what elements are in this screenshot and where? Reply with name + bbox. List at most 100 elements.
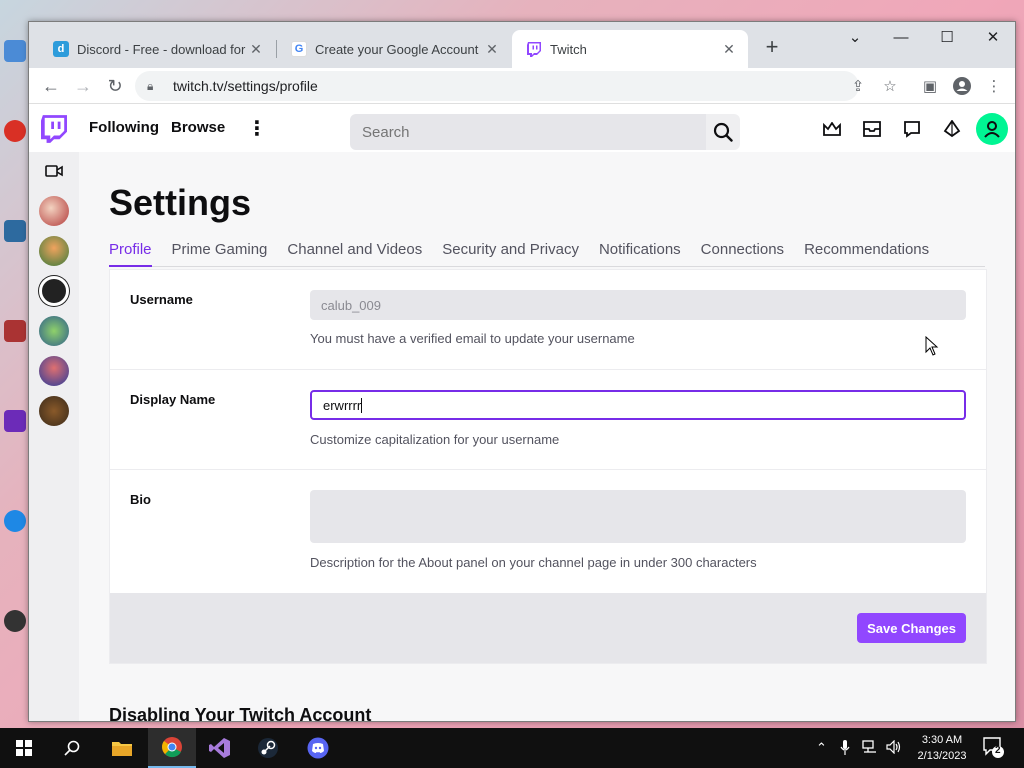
forward-button[interactable]: →	[69, 72, 97, 100]
bio-textarea[interactable]	[310, 490, 966, 543]
google-icon: G	[291, 41, 307, 57]
clock-time: 3:30 AM	[921, 734, 963, 746]
steam-icon[interactable]	[244, 728, 292, 768]
desktop-shortcut[interactable]	[4, 320, 26, 344]
browser-menu-icon[interactable]: ⋮	[980, 72, 1008, 100]
bookmark-star-icon[interactable]: ☆	[876, 72, 904, 100]
discord-taskbar-icon[interactable]	[294, 728, 342, 768]
card-footer: Save Changes	[110, 593, 986, 663]
desktop-shortcut[interactable]	[4, 610, 26, 634]
network-icon[interactable]	[862, 740, 878, 757]
tab-channel-and-videos[interactable]: Channel and Videos	[287, 241, 422, 267]
bio-help: Description for the About panel on your …	[310, 555, 757, 570]
channel-avatar[interactable]	[39, 356, 69, 386]
display-name-help: Customize capitalization for your userna…	[310, 432, 560, 447]
maximize-button[interactable]: ☐	[924, 22, 970, 52]
tab-google-account[interactable]: G Create your Google Account ✕	[277, 30, 511, 68]
channel-avatar[interactable]	[39, 196, 69, 226]
desktop-shortcut[interactable]	[4, 410, 26, 434]
tab-title: Discord - Free - download for W	[77, 41, 247, 57]
tab-prime-gaming[interactable]: Prime Gaming	[172, 241, 268, 267]
search-button[interactable]	[706, 114, 740, 150]
chevron-up-icon[interactable]: ⌃	[816, 740, 827, 756]
search-icon	[64, 740, 80, 756]
share-icon[interactable]: ⇪	[844, 72, 872, 100]
microphone-icon[interactable]	[840, 740, 850, 759]
chevron-down-icon[interactable]: ⌄	[832, 22, 878, 52]
side-panel-icon[interactable]: ▣	[916, 72, 944, 100]
tab-security-and-privacy[interactable]: Security and Privacy	[442, 241, 579, 267]
twitch-logo-icon[interactable]	[41, 115, 67, 143]
twitch-icon	[526, 41, 542, 57]
back-button[interactable]: ←	[37, 72, 65, 100]
tab-discord[interactable]: d Discord - Free - download for W ✕	[39, 30, 275, 68]
notifications-button[interactable]: 2	[982, 736, 1004, 761]
profile-settings-card: Username calub_009 You must have a verif…	[109, 269, 987, 664]
prime-crown-icon[interactable]	[821, 118, 843, 140]
inbox-icon[interactable]	[861, 118, 883, 140]
search-input[interactable]	[350, 114, 706, 150]
new-tab-button[interactable]: +	[759, 35, 785, 61]
page-title: Settings	[109, 182, 252, 223]
reload-button[interactable]: ↻	[101, 72, 129, 100]
system-clock[interactable]: 3:30 AM 2/13/2023	[912, 732, 972, 764]
username-help: You must have a verified email to update…	[310, 331, 635, 346]
display-name-value: erwrrrr	[323, 397, 362, 413]
channel-avatar[interactable]	[39, 316, 69, 346]
username-field: calub_009	[310, 290, 966, 320]
close-icon[interactable]: ✕	[247, 41, 265, 58]
windows-icon	[16, 740, 32, 756]
taskbar: ⌃ 3:30 AM 2/13/2023 2	[0, 728, 1024, 768]
following-link[interactable]: Following	[89, 119, 159, 136]
display-name-input[interactable]: erwrrrr	[310, 390, 966, 420]
tab-recommendations[interactable]: Recommendations	[804, 241, 929, 267]
settings-tabs: Profile Prime Gaming Channel and Videos …	[109, 241, 985, 267]
close-icon[interactable]: ✕	[483, 41, 501, 58]
more-options-icon[interactable]: ⋮	[247, 116, 267, 141]
display-name-row: Display Name erwrrrr Customize capitaliz…	[110, 370, 986, 470]
tab-notifications[interactable]: Notifications	[599, 241, 681, 267]
user-avatar[interactable]	[976, 113, 1008, 145]
address-bar[interactable]: 🔒︎ twitch.tv/settings/profile	[135, 71, 859, 101]
save-changes-button[interactable]: Save Changes	[857, 613, 966, 643]
tab-profile[interactable]: Profile	[109, 241, 152, 267]
visual-studio-icon[interactable]	[196, 728, 244, 768]
tab-twitch[interactable]: Twitch ✕	[512, 30, 748, 68]
channel-avatar[interactable]	[39, 396, 69, 426]
user-icon	[984, 121, 1000, 138]
clock-date: 2/13/2023	[917, 750, 967, 762]
twitch-top-nav: Following Browse ⋮	[29, 104, 1015, 154]
file-explorer-icon[interactable]	[98, 728, 146, 768]
chrome-taskbar-icon[interactable]	[148, 728, 196, 768]
notification-count-badge: 2	[995, 745, 1001, 756]
channel-avatar[interactable]	[39, 276, 69, 306]
tab-strip: d Discord - Free - download for W ✕ G Cr…	[29, 22, 1015, 68]
volume-icon[interactable]	[886, 739, 902, 757]
followed-channels-sidebar	[29, 152, 79, 721]
close-icon[interactable]: ✕	[720, 41, 738, 58]
browse-link[interactable]: Browse	[171, 119, 225, 136]
desktop-shortcut[interactable]	[4, 220, 26, 244]
username-label: Username	[130, 292, 193, 307]
search-icon	[713, 122, 733, 142]
bits-icon[interactable]	[941, 118, 963, 140]
search-taskbar-button[interactable]	[48, 728, 96, 768]
desktop-shortcut[interactable]	[4, 510, 26, 534]
profile-icon[interactable]	[948, 72, 976, 100]
desktop-shortcut[interactable]	[4, 120, 26, 144]
browser-toolbar: ← → ↻ 🔒︎ twitch.tv/settings/profile ⇪ ☆ …	[29, 68, 1015, 104]
desktop-shortcut[interactable]	[4, 40, 26, 64]
settings-main: Settings Profile Prime Gaming Channel an…	[79, 152, 1015, 721]
username-row: Username calub_009 You must have a verif…	[110, 270, 986, 370]
channel-avatar[interactable]	[39, 236, 69, 266]
url-text: twitch.tv/settings/profile	[173, 78, 318, 94]
start-button[interactable]	[0, 728, 48, 768]
mouse-pointer-icon	[925, 336, 939, 356]
whispers-icon[interactable]	[901, 118, 923, 140]
minimize-button[interactable]: —	[878, 22, 924, 52]
tab-connections[interactable]: Connections	[701, 241, 784, 267]
disable-account-heading: Disabling Your Twitch Account	[109, 705, 372, 721]
video-camera-icon[interactable]	[45, 164, 63, 183]
close-window-button[interactable]: ✕	[970, 22, 1015, 52]
display-name-label: Display Name	[130, 392, 216, 407]
